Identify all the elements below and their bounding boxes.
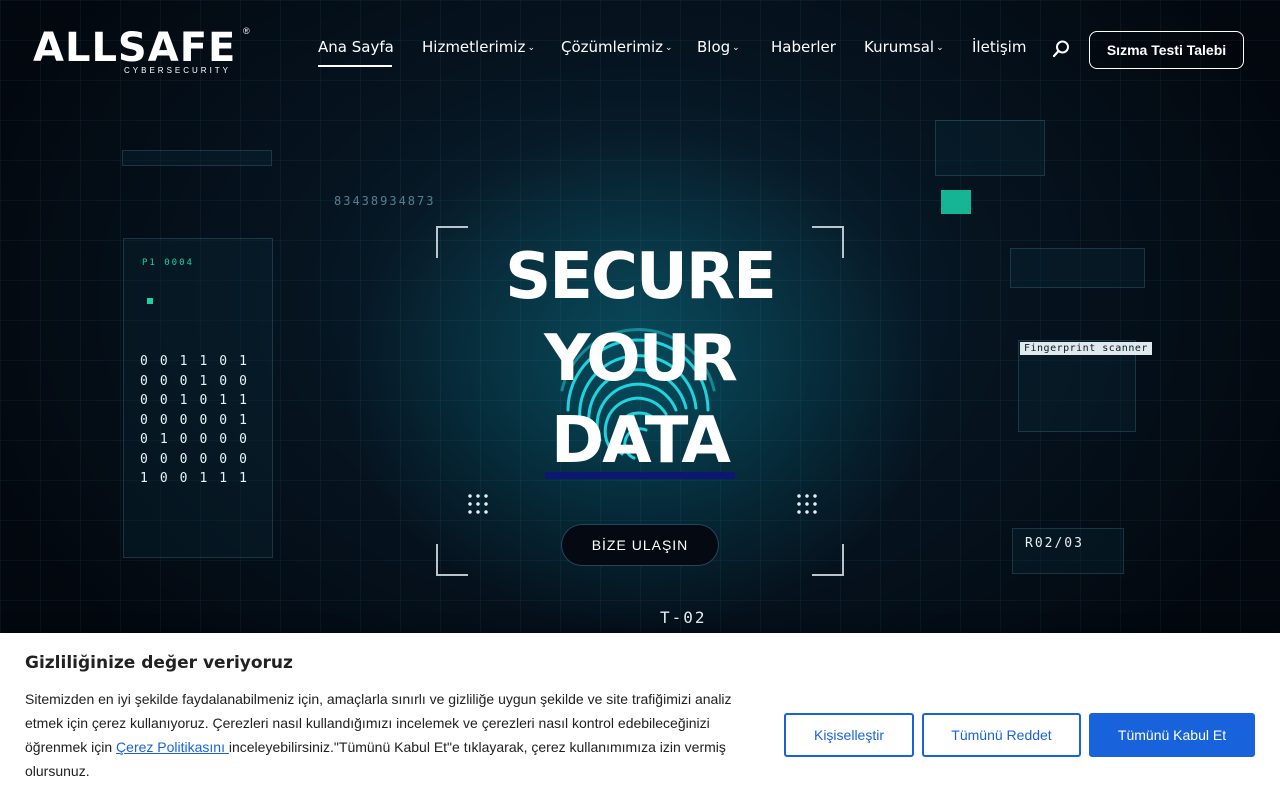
deco-label-bottom: T-02 [660,608,707,627]
hero-headline-line-2: YOUR [544,322,738,396]
brand-registered-mark: ® [243,26,250,36]
hero-headline-line-1: SECURE [505,240,777,314]
nav-item-label: Blog [697,38,731,56]
nav-active-underline [318,65,392,67]
chevron-down-icon: ⌄ [732,43,740,53]
deco-panel-top-left [122,150,272,166]
hero-headline: SECURE YOUR DATA [490,236,790,482]
chevron-down-icon: ⌄ [936,43,944,53]
customize-button[interactable]: Kişiselleştir [784,713,914,757]
headline-accent-bar [545,472,735,479]
brand-tagline: CYBERSECURITY [124,66,232,75]
hero-headline-line-3: DATA [551,404,731,478]
deco-dotgrid-left [466,492,490,516]
deco-label-left: P1 0004 [142,258,194,268]
nav-item-hizmetlerimiz[interactable]: Hizmetlerimiz ⌄ [422,38,535,56]
contact-us-button[interactable]: BİZE ULAŞIN [561,524,719,566]
cookie-policy-link[interactable]: Çerez Politikasını [116,739,229,755]
nav-item-label: Ana Sayfa [318,38,394,56]
search-icon[interactable] [1052,40,1070,58]
deco-panel-right [1010,248,1145,288]
brand-logo[interactable]: ALLSAFE ® CYBERSECURITY [33,26,253,78]
chevron-down-icon: ⌄ [527,43,535,53]
accept-all-button[interactable]: Tümünü Kabul Et [1089,713,1255,757]
cookie-consent-banner: Gizliliğinize değer veriyoruz Sitemizden… [0,633,1280,800]
nav-item-label: Çözümlerimiz [561,38,664,56]
chevron-down-icon: ⌄ [665,43,673,53]
nav-item-label: Haberler [771,38,836,56]
reject-all-button[interactable]: Tümünü Reddet [922,713,1081,757]
nav-item-ana-sayfa[interactable]: Ana Sayfa [318,38,394,67]
deco-code-right: R02/03 [1025,536,1084,551]
cookie-title: Gizliliğinize değer veriyoruz [25,653,293,673]
penetration-test-request-button[interactable]: Sızma Testi Talebi [1089,31,1244,69]
nav-item-haberler[interactable]: Haberler [771,38,836,56]
nav-item-iletisim[interactable]: İletişim [972,38,1026,56]
frame-corner-top-right [812,226,844,258]
nav-item-label: Hizmetlerimiz [422,38,526,56]
deco-scanner-label: Fingerprint scanner [1020,342,1152,355]
cookie-description: Sitemizden en iyi şekilde faydalanabilme… [25,687,755,783]
frame-corner-top-left [436,226,468,258]
deco-teal-block [941,190,971,214]
deco-teal-dot [147,298,153,304]
deco-panel-code [1012,528,1124,574]
nav-item-label: İletişim [972,38,1027,56]
nav-item-label: Kurumsal [864,38,935,56]
nav-item-blog[interactable]: Blog ⌄ [697,38,740,56]
deco-binary-matrix: 001101 000100 001011 000001 010000 00000… [140,354,259,486]
deco-dotgrid-right [795,492,819,516]
nav-item-cozumlerimiz[interactable]: Çözümlerimiz ⌄ [561,38,673,56]
nav-item-kurumsal[interactable]: Kurumsal ⌄ [864,38,944,56]
frame-corner-bottom-left [436,544,468,576]
deco-panel-top-right [935,120,1045,176]
deco-number-top: 83438934873 [334,194,436,208]
frame-corner-bottom-right [812,544,844,576]
brand-name: ALLSAFE [33,25,237,71]
